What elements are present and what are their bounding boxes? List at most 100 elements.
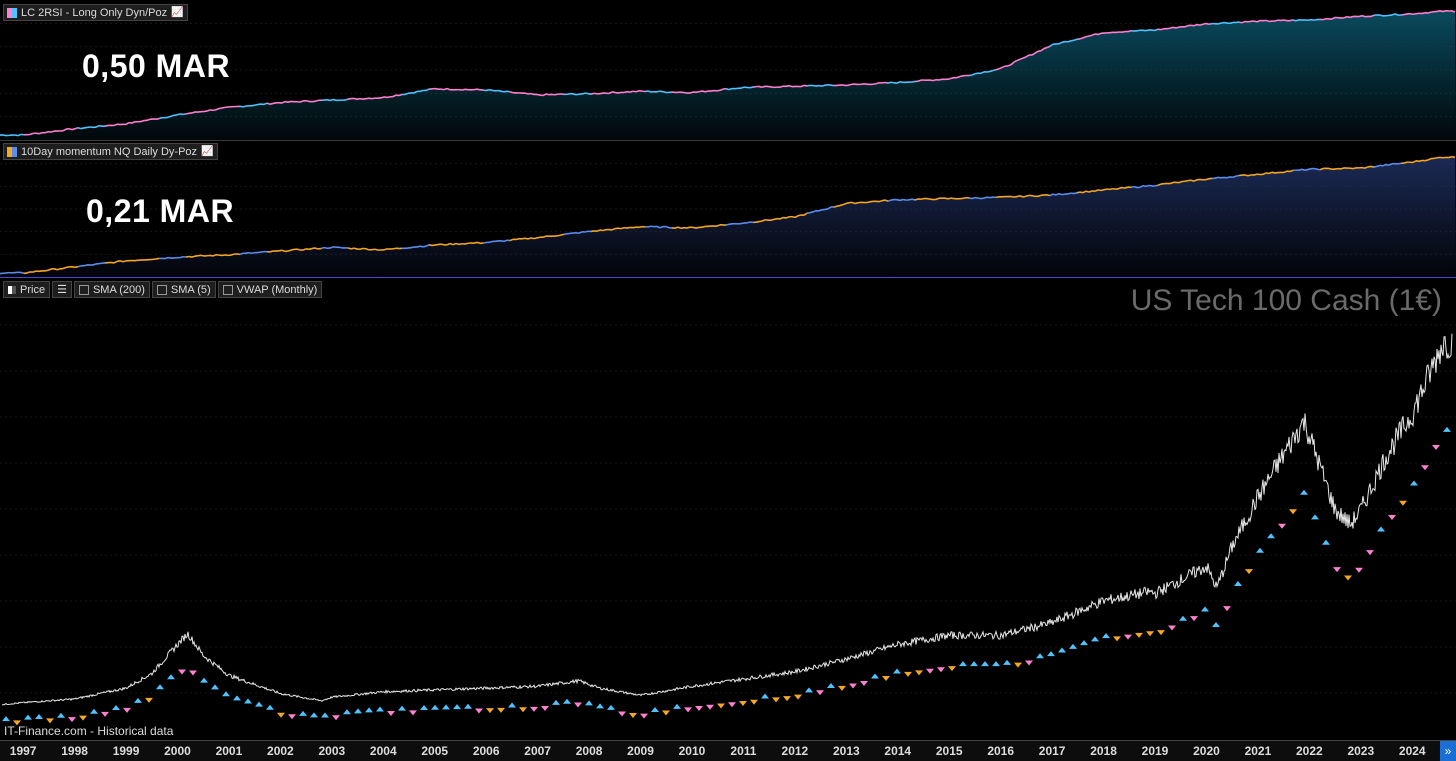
equity-line-segment (474, 242, 477, 243)
legend-lc-2rsi[interactable]: LC 2RSI - Long Only Dyn/Poz 📈 (3, 4, 188, 21)
equity-line-segment (1272, 172, 1275, 173)
trade-marker-up (321, 712, 329, 717)
equity-line-segment (66, 267, 69, 268)
equity-line-segment (1422, 13, 1425, 14)
equity-line-segment (1071, 40, 1074, 41)
trade-marker-down (849, 683, 857, 688)
equity-line-segment (1308, 20, 1311, 21)
trade-marker-down (1113, 636, 1121, 641)
equity-line-segment (660, 91, 663, 92)
equity-line-segment (873, 84, 876, 85)
trade-marker-down (695, 706, 703, 711)
equity-line-segment (663, 92, 666, 93)
equity-line-segment (675, 227, 678, 228)
equity-line-segment (1233, 176, 1236, 177)
equity-line-segment (1302, 169, 1305, 170)
x-tick-label: 2022 (1296, 744, 1323, 758)
equity-line-segment (360, 248, 363, 249)
trade-marker-up (585, 700, 593, 705)
trade-marker-up (1322, 540, 1330, 545)
equity-line-segment (912, 199, 915, 200)
checkbox[interactable] (223, 285, 233, 295)
chart-settings-icon[interactable]: 📈 (171, 7, 183, 18)
pane-divider[interactable] (0, 277, 1456, 278)
equity-line-segment (216, 109, 219, 110)
equity-line-segment (903, 200, 906, 201)
trade-marker-up (244, 698, 252, 703)
equity-line-segment (1323, 19, 1326, 20)
equity-line-segment (1200, 24, 1203, 25)
trade-marker-down (717, 704, 725, 709)
equity-line-segment (141, 121, 144, 122)
trade-marker-up (222, 691, 230, 696)
equity-line-segment (648, 226, 651, 227)
equity-line-segment (693, 227, 696, 228)
equity-line-segment (996, 69, 999, 70)
equity-line-segment (660, 227, 663, 228)
trade-marker-up (827, 683, 835, 688)
equity-line-segment (984, 197, 987, 198)
equity-line-segment (1437, 11, 1440, 12)
equity-line-segment (531, 238, 534, 239)
trade-marker-up (442, 704, 450, 709)
equity-line-segment (855, 203, 858, 204)
equity-line-segment (501, 241, 504, 242)
equity-line-segment (222, 107, 225, 108)
equity-line-segment (1017, 196, 1020, 197)
trade-marker-up (90, 709, 98, 714)
trade-marker-up (970, 661, 978, 666)
trade-marker-up (134, 698, 142, 703)
trade-marker-up (981, 661, 989, 666)
equity-line-segment (1248, 21, 1251, 22)
equity-line-segment (633, 91, 636, 92)
checkbox[interactable] (157, 285, 167, 295)
toggle-sma-200[interactable]: SMA (200) (74, 281, 150, 298)
equity-line-segment (399, 94, 402, 95)
chart-settings-icon[interactable]: 📈 (201, 146, 213, 157)
equity-line-segment (1296, 20, 1299, 21)
equity-line-segment (960, 76, 963, 77)
toggle-vwap-monthly[interactable]: VWAP (Monthly) (218, 281, 323, 298)
trade-marker-down (816, 690, 824, 695)
equity-line-segment (1089, 35, 1092, 36)
equity-line-segment (39, 133, 42, 134)
equity-line-segment (483, 242, 486, 243)
checkbox[interactable] (79, 285, 89, 295)
equity-line-segment (591, 231, 594, 232)
equity-line-segment (1230, 22, 1233, 23)
equity-line-segment (252, 253, 255, 254)
equity-line-segment (957, 77, 960, 78)
toggle-sma-5[interactable]: SMA (5) (152, 281, 216, 298)
trade-marker-down (750, 700, 758, 705)
toggle-price[interactable]: Price (3, 281, 50, 298)
trade-marker-up (1080, 640, 1088, 645)
equity-line-segment (1038, 51, 1041, 52)
x-tick-label: 2000 (164, 744, 191, 758)
equity-line-segment (255, 104, 258, 105)
equity-line-segment (1146, 185, 1149, 186)
equity-line-segment (741, 87, 744, 88)
x-tick-label: 1999 (113, 744, 140, 758)
trade-marker-down (739, 701, 747, 706)
equity-line-segment (1425, 160, 1428, 161)
equity-line-segment (15, 135, 18, 136)
equity-line-segment (1155, 29, 1158, 30)
equity-line-segment (312, 248, 315, 249)
equity-line-segment (57, 269, 60, 270)
equity-line-segment (1248, 175, 1251, 176)
equity-line-segment (1161, 29, 1164, 30)
x-tick-label: 2008 (576, 744, 603, 758)
x-tick-label: 1997 (10, 744, 37, 758)
equity-line-segment (300, 101, 303, 102)
list-icon[interactable]: ☰ (52, 281, 72, 298)
price-swatch (8, 286, 16, 294)
time-axis[interactable]: » 19971998199920002001200220032004200520… (0, 740, 1456, 761)
trade-marker-down (68, 717, 76, 722)
scroll-right-button[interactable]: » (1440, 741, 1456, 761)
trade-marker-down (1278, 524, 1286, 529)
equity-line-segment (747, 222, 750, 223)
equity-line-segment (354, 248, 357, 249)
legend-10day-momentum[interactable]: 10Day momentum NQ Daily Dy-Poz 📈 (3, 143, 218, 160)
trade-marker-up (431, 705, 439, 710)
equity-line-segment (120, 261, 123, 262)
